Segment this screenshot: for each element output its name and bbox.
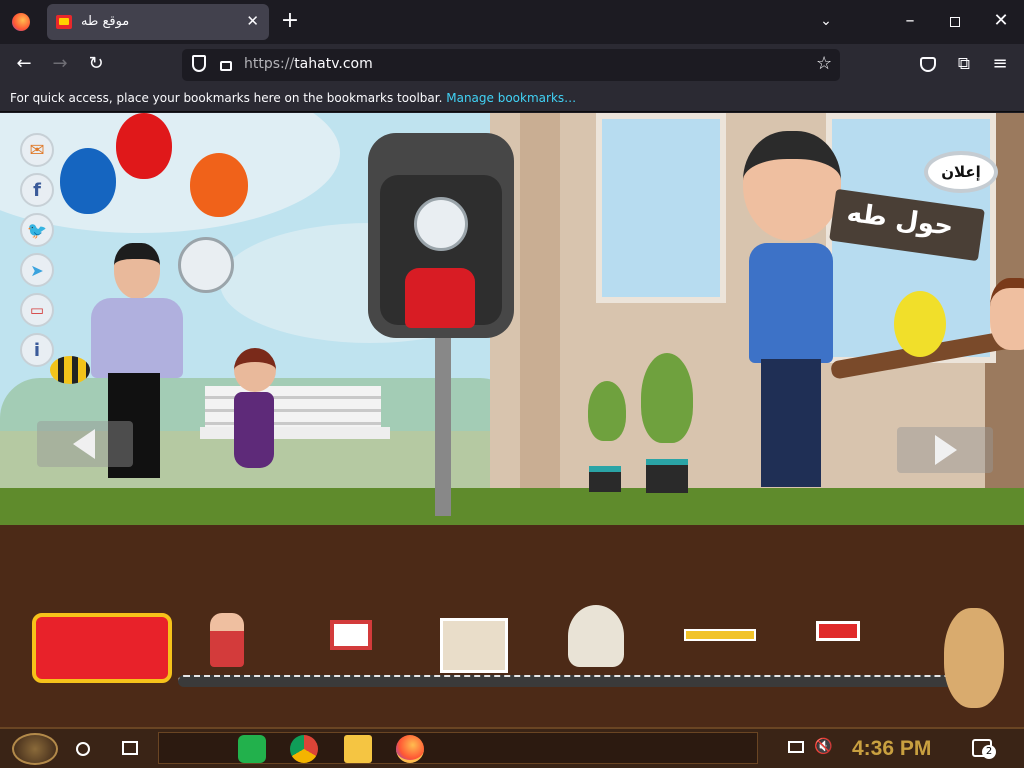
tree-nav-icon[interactable] — [568, 605, 624, 667]
firefox-logo-icon[interactable] — [12, 13, 30, 31]
forward-arrow-icon[interactable]: → — [50, 54, 70, 74]
red-balloon[interactable] — [116, 113, 172, 179]
house-pillar — [520, 113, 560, 498]
manage-bookmarks-link[interactable]: Manage bookmarks… — [446, 91, 576, 105]
yellow-bird-character[interactable] — [894, 291, 946, 357]
taha-logo[interactable] — [32, 613, 172, 683]
twitter-icon[interactable]: 🐦 — [20, 213, 54, 247]
plant-pot — [589, 466, 621, 492]
firefox-taskbar-icon[interactable] — [396, 735, 424, 763]
shield-icon[interactable] — [192, 55, 206, 72]
taskbar: 🔇 4:36 PM 2 — [0, 727, 1024, 768]
tab-bar: موقع طه ✕ + ⌄ – ✕ — [0, 0, 1024, 44]
orange-balloon[interactable] — [190, 153, 248, 217]
info-icon[interactable]: i — [20, 333, 54, 367]
new-tab-button[interactable]: + — [280, 10, 300, 32]
tab-close-icon[interactable]: ✕ — [246, 12, 259, 30]
blue-balloon[interactable] — [60, 148, 116, 214]
plant-pot — [646, 459, 688, 493]
phone-game-icon[interactable] — [414, 197, 468, 251]
url-text[interactable]: https://tahatv.com — [244, 56, 373, 72]
road — [178, 675, 978, 687]
browser-tab[interactable]: موقع طه ✕ — [47, 4, 269, 40]
mailbox-nav-icon[interactable] — [816, 621, 860, 641]
grass-strip — [0, 488, 1024, 528]
previous-scene-arrow[interactable] — [37, 421, 133, 467]
pocket-icon[interactable] — [920, 57, 936, 72]
potted-plant — [641, 353, 693, 443]
cloud — [0, 113, 340, 233]
ad-button[interactable]: إعلان — [924, 151, 998, 193]
potted-plant — [588, 381, 626, 441]
file-explorer-icon[interactable] — [344, 735, 372, 763]
menu-hamburger-icon[interactable]: ≡ — [990, 54, 1010, 74]
left-arrow-icon — [73, 429, 95, 459]
email-icon[interactable]: ✉ — [20, 133, 54, 167]
task-view-icon[interactable] — [122, 741, 138, 755]
telegram-icon[interactable]: ➤ — [20, 253, 54, 287]
reload-icon[interactable]: ↻ — [86, 54, 106, 74]
extensions-puzzle-icon[interactable]: ⧉ — [954, 54, 974, 74]
minimize-window-icon[interactable]: – — [900, 11, 920, 31]
taha-character[interactable] — [735, 131, 845, 501]
tab-title: موقع طه — [81, 14, 130, 29]
lock-icon[interactable] — [220, 61, 232, 71]
game-icon-button[interactable] — [178, 237, 234, 293]
girl-character[interactable] — [226, 348, 286, 488]
notification-count: 2 — [982, 745, 996, 759]
close-window-icon[interactable]: ✕ — [991, 11, 1011, 31]
bookmarks-empty-message: For quick access, place your bookmarks h… — [10, 91, 443, 105]
hamster-character[interactable] — [944, 608, 1004, 708]
site-scene: ✉ f 🐦 ➤ ▭ i حول طه إعلان — [0, 113, 1024, 727]
house-window — [596, 113, 726, 303]
notifications-icon[interactable]: 2 — [972, 739, 996, 759]
girl-nav-icon[interactable] — [210, 613, 244, 667]
phone-pole — [435, 338, 451, 516]
seesaw-nav-icon[interactable] — [684, 629, 756, 641]
url-bar[interactable]: https://tahatv.com ☆ — [182, 49, 840, 81]
restore-window-icon[interactable] — [950, 17, 960, 27]
teacher-character[interactable] — [990, 278, 1024, 350]
navigation-toolbar: ← → ↻ https://tahatv.com ☆ ⧉ ≡ — [0, 44, 1024, 86]
network-icon[interactable] — [788, 741, 804, 753]
house-nav-icon[interactable] — [440, 618, 508, 673]
about-sign-text: حول طه — [845, 197, 956, 243]
start-menu-icon[interactable] — [12, 733, 58, 765]
facebook-icon[interactable]: f — [20, 173, 54, 207]
next-scene-arrow[interactable] — [897, 427, 993, 473]
clock[interactable]: 4:36 PM — [852, 737, 931, 761]
bee-character[interactable] — [50, 356, 90, 384]
list-tabs-chevron-icon[interactable]: ⌄ — [816, 11, 836, 31]
search-circle-icon[interactable] — [76, 742, 90, 756]
chrome-browser-icon[interactable] — [290, 735, 318, 763]
bookmarks-toolbar: For quick access, place your bookmarks h… — [0, 86, 1024, 112]
tv-icon[interactable]: ▭ — [20, 293, 54, 327]
messages-app-icon[interactable] — [238, 735, 266, 763]
site-favicon-icon — [56, 15, 72, 29]
ad-label: إعلان — [941, 163, 981, 181]
back-arrow-icon[interactable]: ← — [14, 54, 34, 74]
right-arrow-icon — [935, 435, 957, 465]
signboard-nav-icon[interactable] — [330, 620, 372, 650]
bookmark-star-icon[interactable]: ☆ — [816, 53, 832, 74]
red-telephone[interactable] — [405, 268, 475, 328]
volume-muted-icon[interactable]: 🔇 — [814, 737, 833, 755]
